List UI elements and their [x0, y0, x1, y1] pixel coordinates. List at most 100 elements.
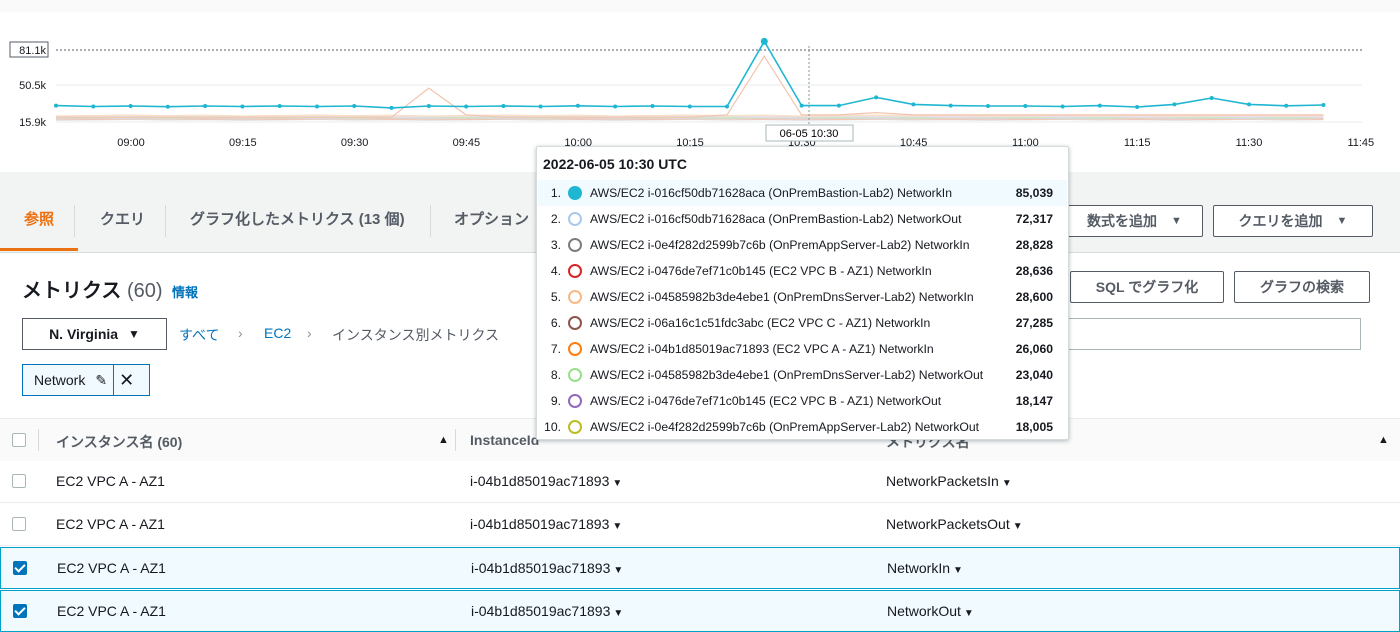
- table-row[interactable]: EC2 VPC A - AZ1 i-04b1d85019ac71893 ▼ Net…: [0, 547, 1400, 589]
- data-point: [1135, 105, 1140, 109]
- data-point: [165, 104, 170, 109]
- series-color-icon: [568, 316, 582, 330]
- tooltip-series-value: 18,005: [1015, 420, 1053, 434]
- tab-options[interactable]: オプション: [430, 172, 553, 251]
- caret-down-icon: ▼: [1336, 215, 1348, 227]
- info-link[interactable]: 情報: [172, 282, 198, 301]
- tab-graphed-metrics[interactable]: グラフ化したメトリクス (13 個): [166, 172, 429, 251]
- filter-token: Network ✎ ✕: [22, 364, 150, 396]
- metric-name-cell: NetworkPacketsIn ▼: [886, 473, 1012, 489]
- filter-dropdown-icon[interactable]: ▼: [1002, 478, 1012, 489]
- data-point: [799, 103, 804, 108]
- instance-id-value: i-04b1d85019ac71893: [470, 473, 610, 489]
- tab-divider: [74, 205, 75, 237]
- column-divider: [38, 429, 39, 451]
- data-point: [54, 103, 58, 108]
- chevron-right-icon: ›: [307, 325, 312, 341]
- tooltip-series-value: 72,317: [1015, 212, 1053, 226]
- row-checkbox[interactable]: [12, 517, 26, 531]
- data-point: [613, 104, 618, 109]
- tab-browse[interactable]: 参照: [0, 172, 79, 251]
- series-color-icon: [568, 394, 582, 408]
- data-point: [501, 104, 506, 108]
- tooltip-series-label: AWS/EC2 i-016cf50db71628aca (OnPremBasti…: [590, 186, 952, 200]
- tooltip-row-index: 6.: [550, 316, 561, 330]
- filter-dropdown-icon[interactable]: ▼: [613, 565, 623, 576]
- series-color-icon: [568, 186, 582, 200]
- tooltip-series-label: AWS/EC2 i-0476de7ef71c0b145 (EC2 VPC B -…: [590, 264, 932, 278]
- table-row[interactable]: EC2 VPC A - AZ1 i-04b1d85019ac71893 ▼ Net…: [0, 590, 1400, 632]
- tooltip-series-label: AWS/EC2 i-06a16c1c51fdc3abc (EC2 VPC C -…: [590, 316, 931, 330]
- graph-search-button[interactable]: グラフの検索: [1234, 271, 1370, 303]
- tooltip-row-index: 5.: [550, 290, 561, 304]
- y-tick-label: 15.9k: [19, 117, 46, 129]
- row-checkbox[interactable]: [13, 561, 27, 575]
- filter-dropdown-icon[interactable]: ▼: [613, 608, 623, 619]
- table-row[interactable]: EC2 VPC A - AZ1 i-04b1d85019ac71893 ▼ Net…: [0, 461, 1400, 503]
- tooltip-row-index: 9.: [550, 394, 561, 408]
- data-point: [128, 104, 133, 108]
- row-checkbox[interactable]: [13, 604, 27, 618]
- filter-dropdown-icon[interactable]: ▼: [1013, 521, 1023, 532]
- edit-icon[interactable]: ✎: [95, 372, 107, 389]
- metrics-heading: メトリクス (60): [22, 274, 163, 303]
- caret-down-icon: ▼: [128, 327, 140, 341]
- x-tick-label: 09:30: [341, 137, 369, 149]
- tooltip-series-label: AWS/EC2 i-0e4f282d2599b7c6b (OnPremAppSe…: [590, 420, 980, 434]
- x-tick-label: 09:15: [229, 137, 257, 149]
- add-math-button[interactable]: 数式を追加 ▼: [1066, 205, 1203, 237]
- instance-id-cell: i-04b1d85019ac71893 ▼: [471, 560, 623, 576]
- tooltip-series-label: AWS/EC2 i-016cf50db71628aca (OnPremBasti…: [590, 212, 962, 226]
- metrics-search-input[interactable]: [1045, 318, 1361, 350]
- close-icon[interactable]: ✕: [119, 370, 134, 391]
- breadcrumb-ec2[interactable]: EC2: [264, 325, 291, 341]
- series-line: [55, 39, 1324, 109]
- tooltip-row-index: 10.: [544, 420, 561, 434]
- tooltip-row: 1. AWS/EC2 i-016cf50db71628aca (OnPremBas…: [538, 180, 1067, 206]
- tooltip-series-value: 26,060: [1015, 342, 1053, 356]
- tooltip-row: 10. AWS/EC2 i-0e4f282d2599b7c6b (OnPremAp…: [538, 414, 1067, 440]
- x-tick-label: 09:00: [117, 137, 145, 149]
- x-tick-label: 11:45: [1347, 137, 1374, 149]
- metric-name-value: NetworkPacketsIn: [886, 473, 999, 489]
- series-color-icon: [568, 342, 582, 356]
- table-row[interactable]: EC2 VPC A - AZ1 i-04b1d85019ac71893 ▼ Net…: [0, 504, 1400, 546]
- select-all-checkbox[interactable]: [12, 433, 26, 447]
- tooltip-series-value: 28,828: [1015, 238, 1053, 252]
- data-point: [1321, 103, 1326, 107]
- graph-with-sql-button[interactable]: SQL でグラフ化: [1070, 271, 1224, 303]
- tooltip-series-value: 18,147: [1015, 394, 1053, 408]
- tooltip-row-index: 3.: [550, 238, 561, 252]
- add-query-label: クエリを追加: [1238, 213, 1323, 229]
- filter-token-label: Network: [34, 372, 86, 388]
- add-query-button[interactable]: クエリを追加 ▼: [1213, 205, 1373, 237]
- row-checkbox[interactable]: [12, 474, 26, 488]
- filter-dropdown-icon[interactable]: ▼: [612, 478, 622, 489]
- tooltip-row: 3. AWS/EC2 i-0e4f282d2599b7c6b (OnPremApp…: [538, 232, 1067, 258]
- instance-name-cell: EC2 VPC A - AZ1: [57, 560, 166, 576]
- series-color-icon: [568, 420, 582, 434]
- tooltip-row: 8. AWS/EC2 i-04585982b3de4ebe1 (OnPremDns…: [538, 362, 1067, 388]
- filter-dropdown-icon[interactable]: ▼: [612, 521, 622, 532]
- data-point: [240, 104, 245, 109]
- sort-asc-icon[interactable]: ▲: [1378, 434, 1389, 446]
- filter-dropdown-icon[interactable]: ▼: [953, 565, 963, 576]
- tooltip-row: 9. AWS/EC2 i-0476de7ef71c0b145 (EC2 VPC B…: [538, 388, 1067, 414]
- column-header-instance-name[interactable]: インスタンス名 (60): [56, 432, 182, 452]
- region-select[interactable]: N. Virginia ▼: [22, 318, 167, 350]
- tab-query[interactable]: クエリ: [76, 172, 169, 251]
- column-header-instance-id[interactable]: InstanceId: [470, 432, 539, 448]
- tooltip-series-value: 28,600: [1015, 290, 1053, 304]
- instance-name-cell: EC2 VPC A - AZ1: [56, 516, 165, 532]
- sort-asc-icon[interactable]: ▲: [438, 434, 449, 446]
- filter-dropdown-icon[interactable]: ▼: [964, 608, 974, 619]
- tooltip-series-label: AWS/EC2 i-04585982b3de4ebe1 (OnPremDnsSe…: [590, 368, 984, 382]
- series-color-icon: [568, 212, 582, 226]
- metrics-count: (60): [126, 280, 163, 302]
- series-color-icon: [568, 368, 582, 382]
- metric-name-value: NetworkPacketsOut: [886, 516, 1010, 532]
- tooltip-series-label: AWS/EC2 i-04b1d85019ac71893 (EC2 VPC A -…: [590, 342, 934, 356]
- chart-tooltip: 2022-06-05 10:30 UTC 1. AWS/EC2 i-016cf50…: [536, 146, 1069, 440]
- breadcrumb-all[interactable]: すべて: [179, 325, 219, 345]
- data-point: [1097, 103, 1102, 108]
